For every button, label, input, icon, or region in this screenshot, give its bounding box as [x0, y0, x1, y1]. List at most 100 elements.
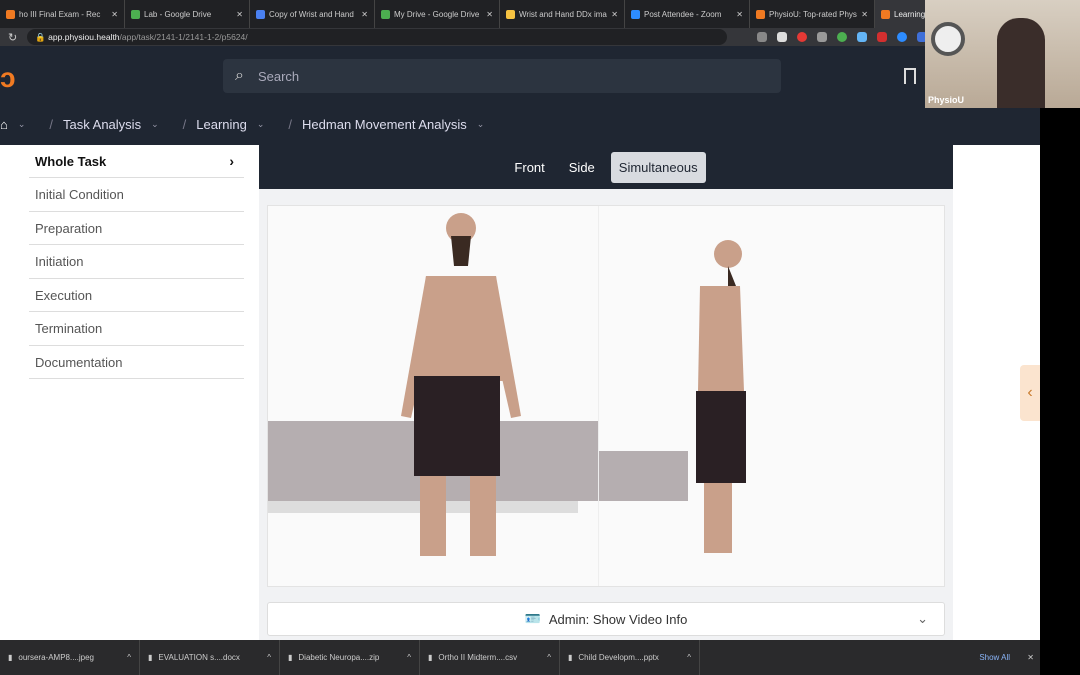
extension-icon[interactable]: [837, 32, 848, 42]
tab-title: Post Attendee - Zoom: [644, 9, 722, 19]
extension-icon[interactable]: [857, 32, 868, 42]
chevron-down-icon[interactable]: ⌄: [151, 119, 159, 130]
bookmark-icon[interactable]: [904, 68, 916, 84]
close-tab-icon[interactable]: ✕: [236, 10, 243, 19]
download-item[interactable]: ▮ Diabetic Neuropa....zip ^: [280, 640, 420, 675]
tab-title: Wrist and Hand DDx imag: [519, 9, 608, 19]
download-item[interactable]: ▮ Child Developm....pptx ^: [560, 640, 700, 675]
file-icon: ▮: [568, 653, 573, 662]
extension-icon[interactable]: [777, 32, 788, 42]
tab-title: Copy of Wrist and Hand: [269, 9, 354, 19]
close-tab-icon[interactable]: ✕: [361, 10, 368, 19]
webcam-video: PhysioU: [925, 0, 1080, 108]
favicon-icon: [756, 9, 765, 19]
close-tab-icon[interactable]: ✕: [111, 10, 118, 19]
movement-video[interactable]: [267, 205, 945, 587]
presenter: [997, 18, 1045, 108]
downloads-bar: ▮ oursera-AMP8....jpeg ^ ▮ EVALUATION s....d…: [0, 640, 1040, 675]
close-tab-icon[interactable]: ✕: [861, 10, 868, 19]
close-tab-icon[interactable]: ✕: [486, 10, 493, 19]
sidebar-item[interactable]: Documentation: [29, 346, 244, 379]
download-filename: Diabetic Neuropa....zip: [298, 653, 380, 662]
favicon-icon: [381, 9, 390, 19]
tab-front[interactable]: Front: [506, 152, 552, 183]
url-path: /app/task/2141-1/2141-1-2/p5624/: [119, 32, 248, 42]
chevron-up-icon[interactable]: ^: [407, 653, 411, 662]
main-content: Front Side Simultaneous 🪪 Admin: Show Vi…: [259, 145, 953, 640]
extension-icon[interactable]: [897, 32, 908, 42]
close-tab-icon[interactable]: ✕: [736, 10, 743, 19]
download-item[interactable]: ▮ EVALUATION s....docx ^: [140, 640, 280, 675]
chevron-up-icon[interactable]: ^: [267, 653, 271, 662]
breadcrumb-learning[interactable]: Learning: [196, 117, 247, 132]
collapse-panel-button[interactable]: ‹: [1020, 365, 1040, 421]
search-input[interactable]: ⌕ Search: [223, 59, 781, 93]
extension-icon[interactable]: [817, 32, 828, 42]
sidebar-item[interactable]: Termination: [29, 313, 244, 346]
sidebar-item[interactable]: Execution: [29, 279, 244, 312]
chevron-right-icon: ›: [229, 153, 234, 169]
chevron-down-icon[interactable]: ⌄: [18, 119, 26, 130]
browser-tab[interactable]: Lab - Google Drive ✕: [125, 0, 250, 28]
sidebar-item[interactable]: Preparation: [29, 212, 244, 245]
clock: [931, 22, 965, 56]
physiou-logo[interactable]: ↄ: [0, 62, 26, 93]
sidebar-item-label: Documentation: [35, 354, 123, 370]
id-card-icon: 🪪: [524, 611, 541, 626]
app-header: ↄ ⌕ Search: [0, 46, 925, 108]
chevron-left-icon: ‹: [1027, 384, 1033, 401]
breadcrumb-task-analysis[interactable]: Task Analysis: [63, 117, 141, 132]
tab-side[interactable]: Side: [561, 152, 603, 183]
person-side: [696, 240, 746, 553]
url-field[interactable]: 🔒 app.physiou.health/app/task/2141-1/214…: [27, 29, 728, 45]
chevron-up-icon[interactable]: ^: [127, 653, 131, 662]
browser-tab[interactable]: Wrist and Hand DDx imag ✕: [500, 0, 625, 28]
sidebar-item-label: Initial Condition: [35, 187, 124, 202]
favicon-icon: [6, 9, 15, 19]
video-frame: [268, 206, 746, 586]
chevron-down-icon[interactable]: ⌄: [477, 119, 485, 130]
right-panel: ‹: [953, 145, 1040, 640]
extension-icon[interactable]: [797, 32, 808, 42]
sidebar-item-label: Execution: [35, 287, 93, 303]
task-sidebar: Whole Task › Initial Condition Preparation I…: [0, 145, 259, 640]
chevron-up-icon[interactable]: ^: [687, 653, 691, 662]
sidebar-item-label: Termination: [35, 321, 103, 336]
extension-icon[interactable]: [877, 32, 888, 42]
sidebar-item-label: Preparation: [35, 220, 103, 236]
browser-tab[interactable]: Copy of Wrist and Hand ✕: [250, 0, 375, 28]
tab-title: PhysioU: Top-rated Phys: [769, 9, 857, 19]
webcam-name: PhysioU: [928, 95, 965, 105]
sidebar-item[interactable]: Whole Task ›: [29, 145, 244, 178]
sidebar-item[interactable]: Initial Condition: [29, 179, 244, 212]
show-all-downloads[interactable]: Show All: [979, 653, 1010, 662]
sidebar-item[interactable]: Initiation: [29, 246, 244, 279]
home-icon[interactable]: ⌂: [0, 117, 8, 132]
chevron-up-icon[interactable]: ^: [547, 653, 551, 662]
browser-tab[interactable]: Post Attendee - Zoom ✕: [625, 0, 750, 28]
file-icon: ▮: [8, 653, 13, 662]
browser-tab[interactable]: ho III Final Exam - Rec ✕: [0, 0, 125, 28]
sidebar-item-label: Whole Task: [35, 153, 107, 169]
admin-video-info-toggle[interactable]: 🪪 Admin: Show Video Info ⌄: [267, 602, 945, 636]
chevron-down-icon[interactable]: ⌄: [257, 119, 265, 130]
browser-tab[interactable]: My Drive - Google Drive ✕: [375, 0, 500, 28]
close-tab-icon[interactable]: ✕: [611, 10, 618, 19]
reload-icon[interactable]: ↻: [8, 31, 17, 44]
browser-tab[interactable]: PhysioU: Top-rated Phys ✕: [750, 0, 875, 28]
tab-simultaneous[interactable]: Simultaneous: [610, 151, 706, 183]
search-placeholder: Search: [257, 68, 300, 84]
download-item[interactable]: ▮ oursera-AMP8....jpeg ^: [0, 640, 140, 675]
search-icon: ⌕: [235, 67, 244, 84]
view-tabs: Front Side Simultaneous: [259, 145, 953, 189]
breadcrumb-hedman[interactable]: Hedman Movement Analysis: [302, 117, 467, 132]
tab-title: Lab - Google Drive: [144, 9, 212, 19]
close-icon[interactable]: ✕: [1027, 653, 1034, 662]
extension-icon[interactable]: [757, 32, 768, 42]
download-filename: oursera-AMP8....jpeg: [18, 653, 94, 662]
address-bar: ↻ 🔒 app.physiou.health/app/task/2141-1/2…: [0, 28, 1080, 46]
breadcrumb-bar: ⌂ ⌄ / Task Analysis ⌄ / Learning ⌄ / Hedman…: [0, 108, 1040, 145]
separator: /: [288, 117, 293, 132]
download-item[interactable]: ▮ Ortho II Midterm....csv ^: [420, 640, 560, 675]
chevron-down-icon: ⌄: [917, 611, 928, 626]
